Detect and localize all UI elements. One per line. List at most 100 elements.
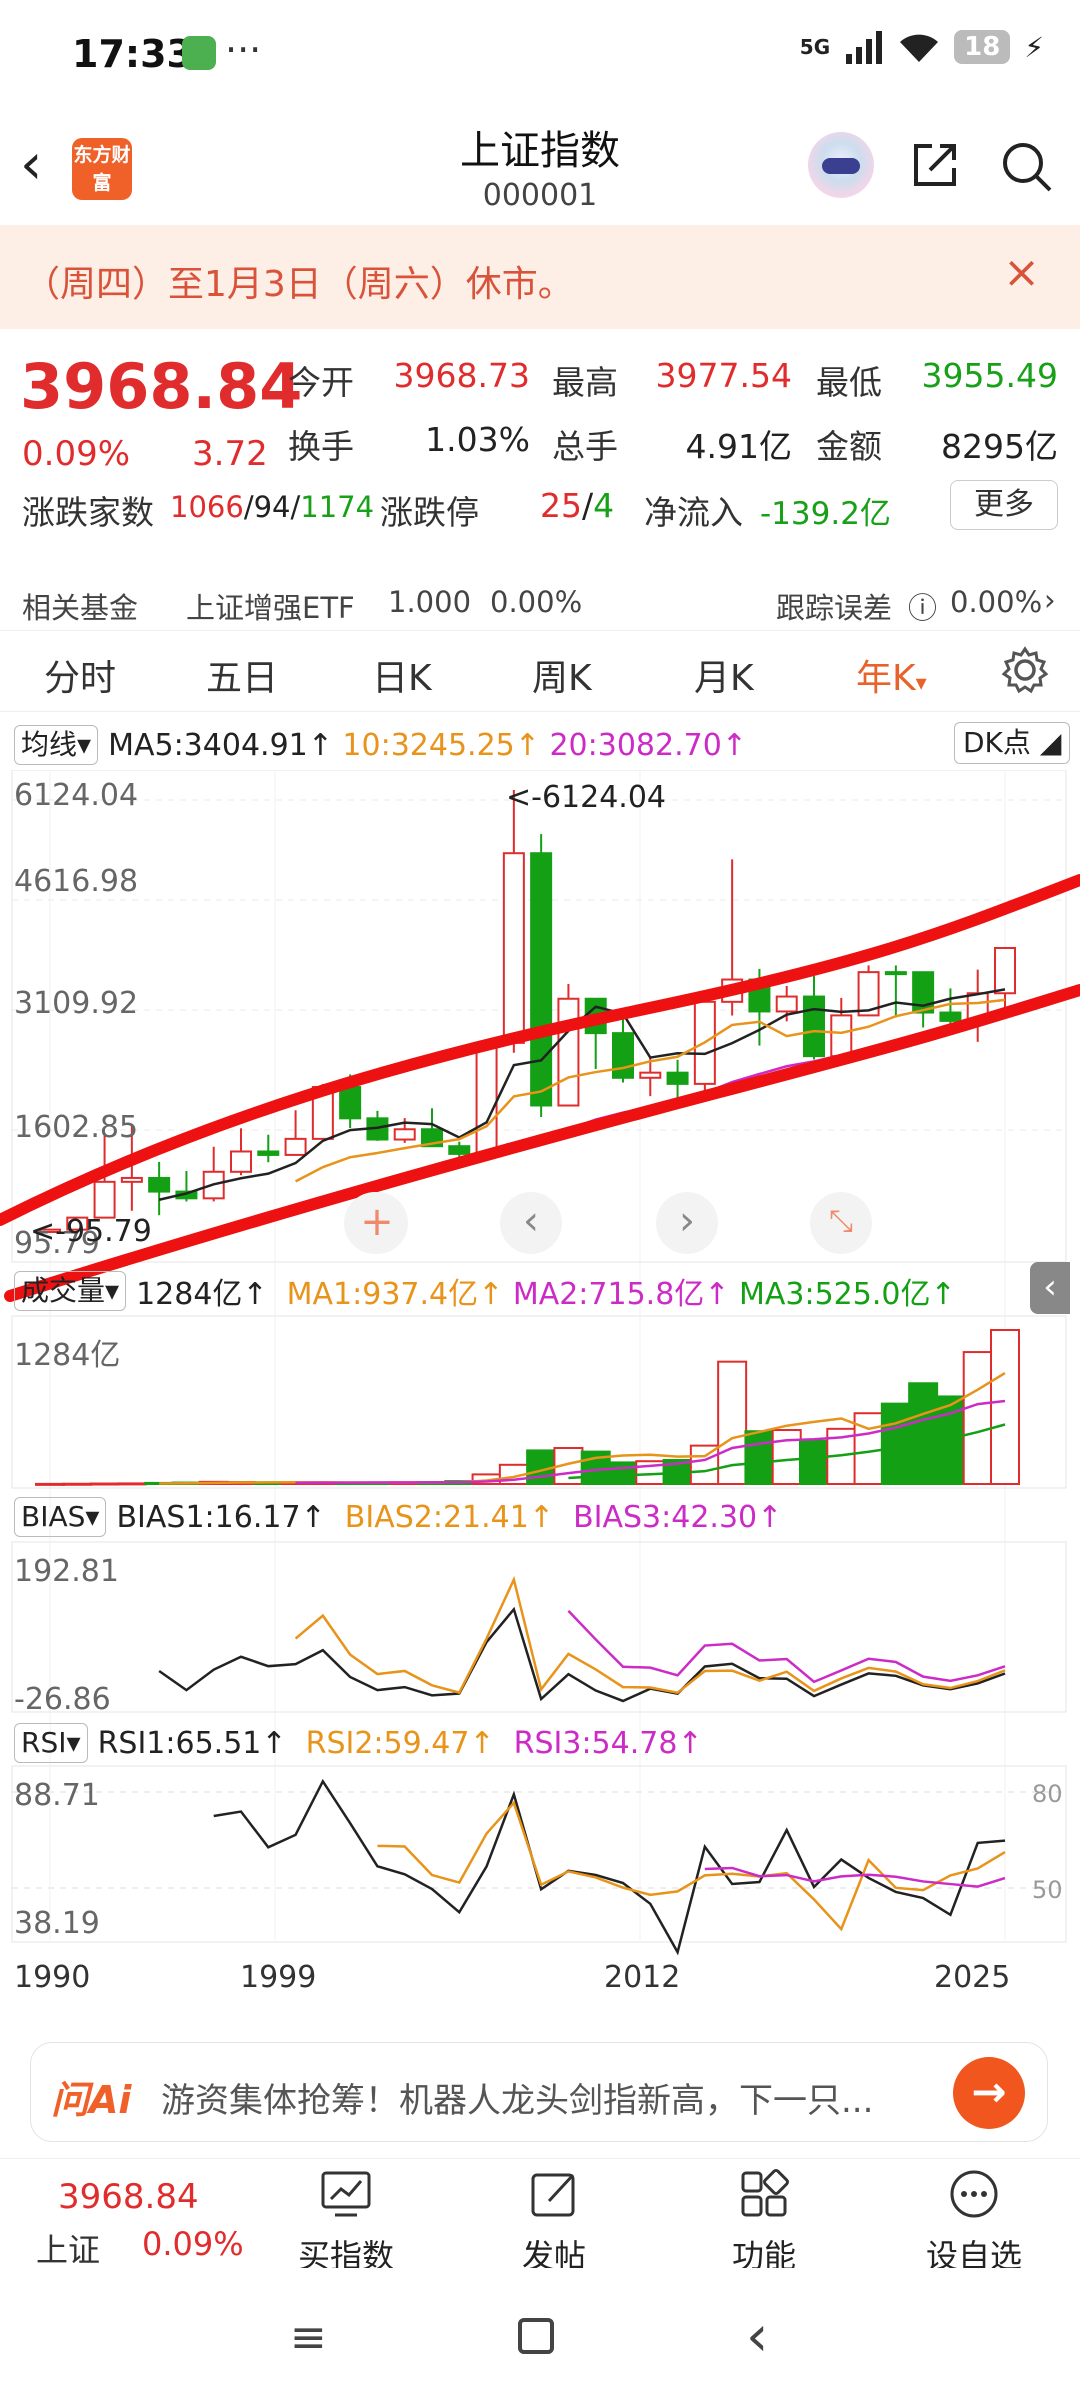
bias-legend: BIAS▾ BIAS1:16.17↑ BIAS2:21.41↑ BIAS3:42… [14, 1494, 782, 1540]
high-value: 3977.54 [655, 356, 792, 395]
candle-body [448, 1145, 471, 1155]
candle-body [939, 1011, 962, 1022]
candle-body [257, 1150, 280, 1156]
functions-button[interactable]: 功能 [684, 2167, 844, 2277]
change-percent: 0.09% [22, 434, 131, 474]
ma10-value: 10:3245.25↑ [342, 727, 540, 763]
rsi-selector[interactable]: RSI▾ [14, 1723, 88, 1763]
notice-text: （周四）至1月3日（周六）休市。 [24, 264, 574, 305]
indicator-selector[interactable]: 均线▾ [14, 725, 99, 765]
volume-legend: 成交量▾ 1284亿↑ MA1:937.4亿↑ MA2:715.8亿↑ MA3:… [14, 1268, 956, 1314]
collapse-tab[interactable]: ‹ [1030, 1262, 1070, 1314]
volume-bar [744, 1430, 775, 1486]
ma20-value: 20:3082.70↑ [549, 727, 747, 763]
rsi2-value: RSI2:59.47↑ [305, 1725, 495, 1761]
amount-value: 8295亿 [941, 427, 1058, 466]
fund-name: 上证增强ETF [186, 591, 355, 625]
rsi2-line [377, 1800, 1006, 1932]
tab-yearly-k[interactable]: 年K▾ [856, 649, 927, 701]
x-tick: 1990 [14, 1960, 91, 1995]
candle-body [339, 1086, 362, 1120]
post-button[interactable]: 发帖 [474, 2167, 634, 2277]
vol-ma3: MA3:525.0亿↑ [738, 1277, 956, 1312]
track-label: 跟踪误差 [776, 591, 893, 625]
low-value: 3955.49 [921, 356, 1058, 395]
help-icon[interactable]: ⓘ [908, 585, 937, 627]
share-icon[interactable] [910, 140, 960, 190]
tab-intraday[interactable]: 分时 [44, 649, 116, 701]
x-tick: 2025 [934, 1960, 1011, 1995]
quote-panel: 3968.84 0.09% 3.72 今开 3968.73 最高 3977.54… [0, 330, 1080, 560]
back-nav-icon[interactable]: ‹ [746, 2304, 768, 2369]
rsi-legend: RSI▾ RSI1:65.51↑ RSI2:59.47↑ RSI3:54.78↑ [14, 1720, 703, 1766]
dk-point-button[interactable]: DK点 ◢ [954, 722, 1071, 764]
open-value: 3968.73 [393, 356, 530, 395]
candle-body [775, 995, 798, 1013]
low-label: 最低 [816, 363, 882, 402]
add-watchlist-button[interactable]: 设自选 [894, 2167, 1054, 2277]
tab-daily-k[interactable]: 日K [372, 649, 432, 701]
signal-icon [846, 31, 883, 64]
volume-bar [689, 1444, 720, 1485]
caret-down-icon: ▾ [915, 671, 927, 696]
amount-label: 金额 [816, 427, 882, 466]
change-amount: 3.72 [192, 434, 268, 474]
close-icon[interactable]: × [1003, 247, 1040, 298]
volume-bar [990, 1329, 1020, 1485]
volume-label: 总手 [552, 427, 618, 466]
volume-bar [116, 1482, 147, 1486]
breadth-flat: 94 [253, 490, 291, 524]
candle-body [666, 1071, 689, 1085]
arrow-right-icon[interactable]: → [953, 2057, 1025, 2129]
y-tick: 1602.85 [14, 1110, 139, 1145]
chevron-right-icon[interactable]: › [656, 1192, 718, 1254]
bias-tick: 192.81 [14, 1554, 119, 1589]
status-time: 17:33 [72, 32, 193, 76]
gear-icon[interactable] [1000, 645, 1050, 695]
related-fund-row[interactable]: 相关基金 上证增强ETF 1.000 0.00% 跟踪误差 ⓘ 0.00% › [0, 583, 1080, 627]
rsi-ref: 80 [1032, 1780, 1063, 1808]
network-label: 5G [799, 35, 831, 59]
volume-selector[interactable]: 成交量▾ [14, 1271, 127, 1311]
chevron-left-icon[interactable]: ‹ [500, 1192, 562, 1254]
search-icon[interactable] [1000, 140, 1054, 194]
vol-ma1: MA1:937.4亿↑ [286, 1277, 504, 1312]
app-header: ‹ 东方财富 上证指数 000001 [0, 110, 1080, 225]
volume-bar [880, 1402, 911, 1485]
rsi-tick: 88.71 [14, 1778, 100, 1813]
tab-monthly-k[interactable]: 月K [694, 649, 754, 701]
rsi1-line [213, 1778, 1006, 1956]
zoom-in-button[interactable]: + [346, 1192, 408, 1254]
volume-bar [908, 1382, 939, 1485]
candle-body [830, 1014, 853, 1058]
inflow-value: -139.2亿 [760, 496, 891, 532]
ai-assistant-bar[interactable]: 问Ai 游资集体抢筹！机器人龙头剑指新高，下一只... → [30, 2042, 1048, 2142]
grid-icon [741, 2169, 789, 2217]
candlestick-chart[interactable] [0, 770, 1080, 2020]
bias-selector[interactable]: BIAS▾ [14, 1497, 107, 1537]
rsi-ref: 50 [1032, 1876, 1063, 1904]
home-icon[interactable] [518, 2318, 554, 2354]
menu-icon[interactable]: ≡ [290, 2312, 327, 2363]
status-bar: 17:33 ··· 5G 18 ⚡ [0, 0, 1080, 110]
candle-body [884, 971, 907, 976]
dk-label: DK点 [963, 726, 1031, 759]
system-nav-bar: ≡ ‹ [0, 2268, 1080, 2400]
volume-bar [608, 1461, 638, 1485]
fullscreen-icon[interactable]: ⤡ [810, 1192, 872, 1254]
turnover-value: 1.03% [425, 420, 530, 459]
volume-bar [771, 1429, 802, 1485]
tab-weekly-k[interactable]: 周K [532, 649, 592, 701]
buy-index-button[interactable]: 买指数 [266, 2167, 426, 2277]
breadth-down: 1174 [300, 490, 375, 524]
chevron-right-icon[interactable]: › [1044, 583, 1056, 617]
high-label: 最高 [552, 363, 618, 402]
volume-bar [962, 1351, 993, 1485]
battery-level: 18 [954, 30, 1011, 64]
more-button[interactable]: 更多 [950, 480, 1058, 530]
open-label: 今开 [288, 363, 354, 402]
tab-five-day[interactable]: 五日 [206, 649, 278, 701]
ai-robot-icon[interactable] [808, 132, 874, 198]
volume-bar [62, 1482, 93, 1486]
candle-body [148, 1176, 171, 1193]
